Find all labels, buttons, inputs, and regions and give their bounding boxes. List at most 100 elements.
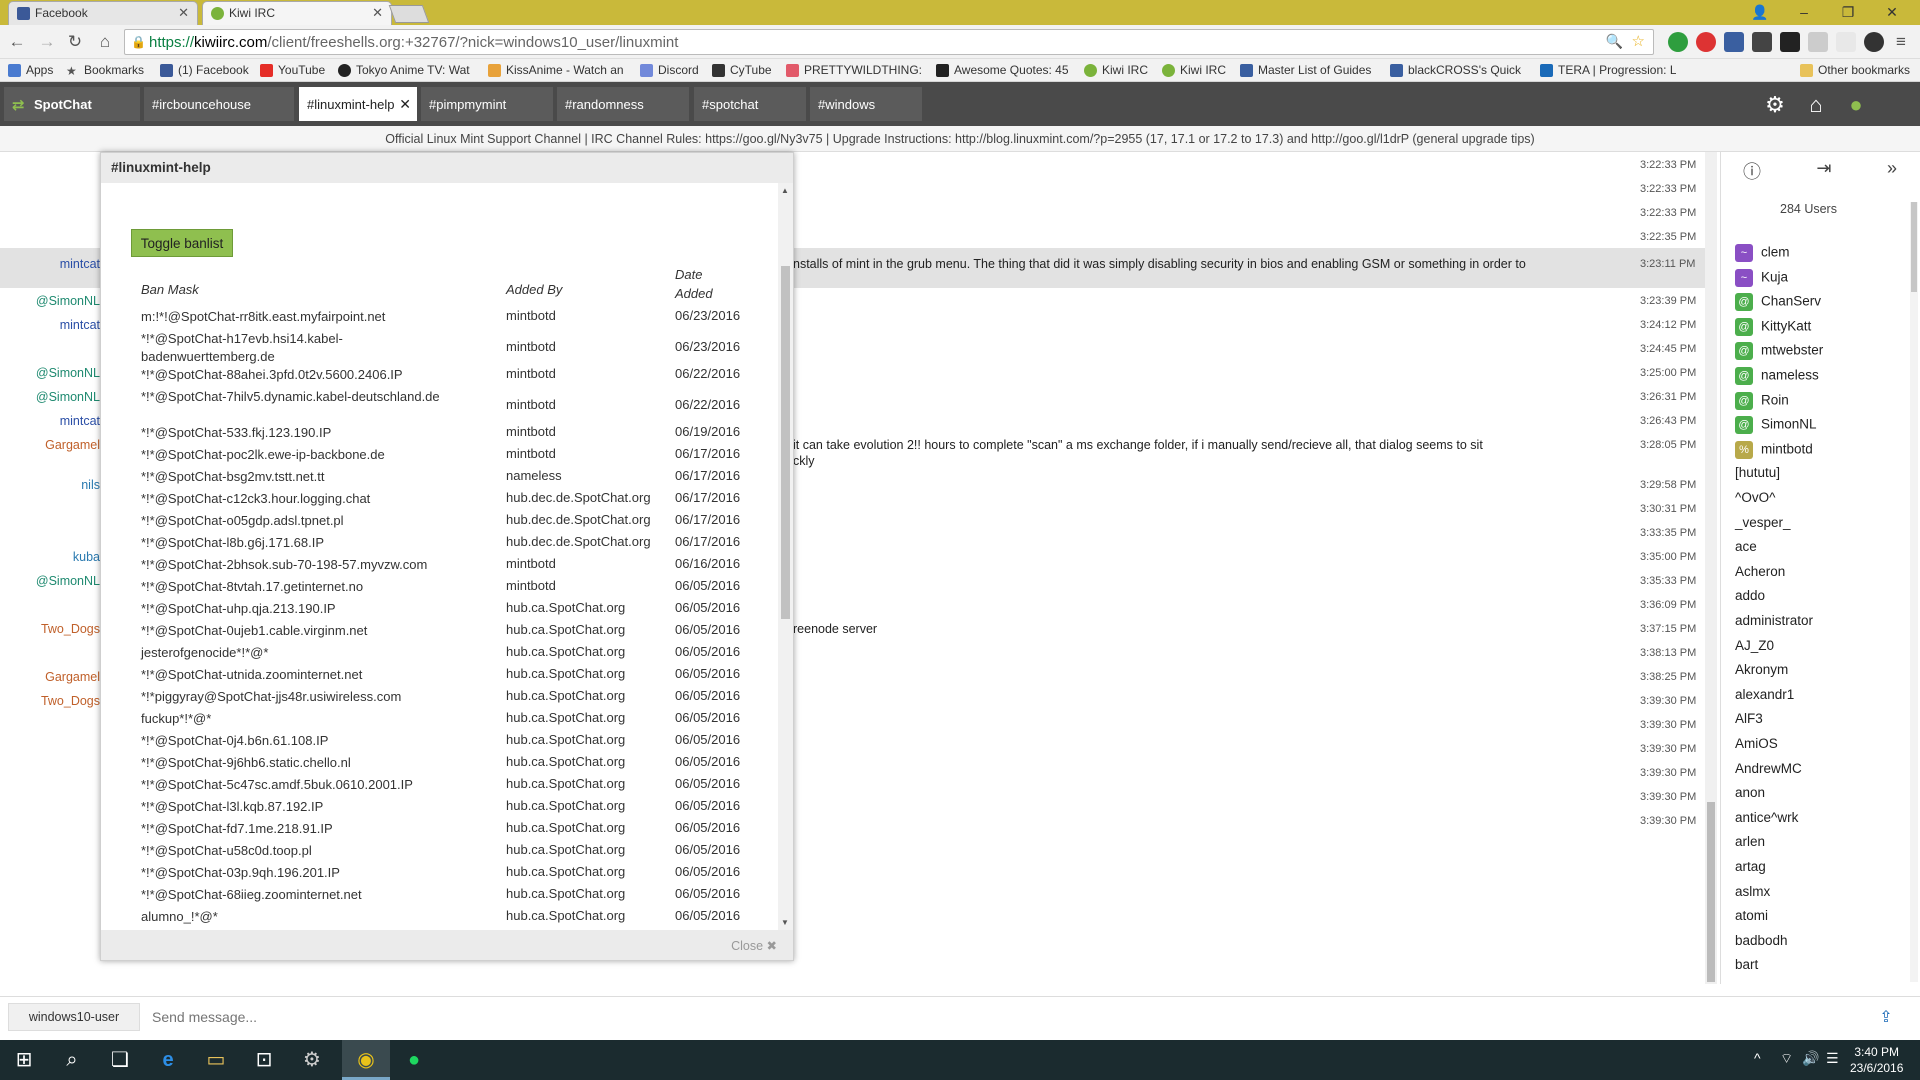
tab-spotchat[interactable]: #spotchat: [694, 87, 806, 121]
gear-icon[interactable]: ⚙: [1762, 92, 1788, 118]
info-icon[interactable]: ⓘ: [1739, 158, 1765, 182]
userlist-item[interactable]: % mintbotd: [1735, 440, 1813, 463]
scroll-down-icon[interactable]: ▼: [781, 918, 789, 927]
extension-grey-icon[interactable]: [1808, 32, 1828, 52]
kiwi-logo-icon[interactable]: ●: [1843, 92, 1869, 118]
bookmark-tera[interactable]: TERA | Progression: Le: [1540, 63, 1676, 77]
userlist-item[interactable]: [hututu]: [1735, 465, 1780, 487]
star-icon[interactable]: ☆: [1632, 32, 1645, 50]
userlist-item[interactable]: antice^wrk: [1735, 810, 1798, 832]
userlist-item[interactable]: anon: [1735, 785, 1765, 807]
bookmark-bookmarks[interactable]: ★ Bookmarks: [66, 63, 150, 77]
userlist-item[interactable]: administrator: [1735, 613, 1813, 635]
userlist-item[interactable]: ~ Kuja: [1735, 268, 1788, 291]
message-nick[interactable]: @SimonNL: [0, 574, 100, 588]
banlist-scrollbar[interactable]: ▲ ▼: [778, 183, 793, 930]
tab-pimpmymint[interactable]: #pimpmymint: [421, 87, 553, 121]
userlist-item[interactable]: @ KittyKatt: [1735, 317, 1811, 340]
userlist-item[interactable]: ace: [1735, 539, 1757, 561]
message-scrollbar[interactable]: [1705, 152, 1717, 984]
userlist-item[interactable]: @ mtwebster: [1735, 342, 1823, 364]
message-nick[interactable]: nils: [0, 478, 100, 492]
minimize-icon[interactable]: –: [1786, 1, 1822, 23]
userlist-item[interactable]: AlF3: [1735, 711, 1763, 733]
userlist-item[interactable]: artag: [1735, 859, 1766, 881]
message-nick[interactable]: @SimonNL: [0, 294, 100, 308]
profile-icon[interactable]: 👤: [1742, 1, 1778, 23]
tray-chevron-icon[interactable]: ^: [1754, 1050, 1761, 1066]
message-nick[interactable]: @SimonNL: [0, 366, 100, 380]
bookmark-youtube[interactable]: YouTube: [260, 63, 332, 77]
store-icon[interactable]: ⊡: [240, 1040, 288, 1080]
address-bar[interactable]: 🔒 https://kiwiirc.com/client/freeshells.…: [124, 29, 1654, 55]
userlist-item[interactable]: badbodh: [1735, 933, 1788, 955]
userlist-item[interactable]: arlen: [1735, 834, 1765, 856]
bookmark-kissanime[interactable]: KissAnime - Watch an: [488, 63, 626, 77]
incognito-icon[interactable]: [1864, 32, 1884, 52]
bookmark-awesome-quotes[interactable]: Awesome Quotes: 45: [936, 63, 1068, 77]
toggle-banlist-button[interactable]: Toggle banlist: [131, 229, 233, 257]
extension-dark-icon[interactable]: [1752, 32, 1772, 52]
message-nick[interactable]: @SimonNL: [0, 390, 100, 404]
notifications-icon[interactable]: ☰: [1826, 1050, 1839, 1067]
userlist-item[interactable]: addo: [1735, 588, 1765, 610]
userlist-item[interactable]: Acheron: [1735, 564, 1785, 586]
tab-randomness[interactable]: #randomness: [557, 87, 689, 121]
extension-red-badge-icon[interactable]: [1780, 32, 1800, 52]
tab-windows[interactable]: #windows: [810, 87, 922, 121]
userlist-item[interactable]: @ SimonNL: [1735, 416, 1817, 438]
bookmark-prettywildthing[interactable]: PRETTYWILDTHING: H: [786, 63, 924, 77]
userlist-item[interactable]: atomi: [1735, 908, 1768, 930]
adblock-icon[interactable]: [1696, 32, 1716, 52]
extension-green-icon[interactable]: [1668, 32, 1688, 52]
search-icon[interactable]: ⌕: [48, 1040, 96, 1080]
userlist-item[interactable]: bart: [1735, 957, 1758, 979]
userlist-item[interactable]: @ Roin: [1735, 391, 1789, 414]
window-close-icon[interactable]: ✕: [1874, 1, 1910, 23]
userlist-item[interactable]: Akronym: [1735, 662, 1788, 684]
bookmark-cytube[interactable]: CyTube: [712, 63, 774, 77]
new-tab-button[interactable]: [388, 5, 430, 23]
message-nick[interactable]: mintcat: [0, 414, 100, 428]
message-nick[interactable]: Gargamel: [0, 670, 100, 684]
bookmark-facebook[interactable]: (1) Facebook: [160, 63, 254, 77]
file-explorer-icon[interactable]: ▭: [192, 1040, 240, 1080]
tab-ircbouncehouse[interactable]: #ircbouncehouse: [144, 87, 294, 121]
message-nick[interactable]: mintcat: [0, 318, 100, 332]
bookmark-tokyo-anime[interactable]: Tokyo Anime TV: Wat: [338, 63, 476, 77]
close-icon[interactable]: ✕: [372, 5, 383, 21]
extension-list-icon[interactable]: [1836, 32, 1856, 52]
userlist-item[interactable]: @ nameless: [1735, 367, 1819, 389]
chrome-icon[interactable]: ◉: [342, 1040, 390, 1080]
collapse-panel-icon[interactable]: »: [1879, 158, 1905, 182]
home-icon[interactable]: ⌂: [1803, 92, 1829, 118]
browser-tab-kiwi[interactable]: Kiwi IRC ✕: [202, 1, 392, 25]
message-nick[interactable]: kuba: [0, 550, 100, 564]
close-button[interactable]: Close ✖: [731, 938, 777, 953]
home-icon[interactable]: ⌂: [94, 31, 116, 53]
bookmark-master-list[interactable]: Master List of Guides: [1240, 63, 1372, 77]
userlist-item[interactable]: AmiOS: [1735, 736, 1778, 758]
upload-icon[interactable]: ⇪: [1876, 1007, 1896, 1027]
extension-blue-icon[interactable]: [1724, 32, 1744, 52]
tab-linuxmint-help[interactable]: #linuxmint-help ✕: [299, 87, 417, 121]
start-icon[interactable]: ⊞: [0, 1040, 48, 1080]
bookmark-blackcross[interactable]: blackCROSS's Quick F: [1390, 63, 1524, 77]
message-nick[interactable]: Two_Dogs: [0, 622, 100, 636]
scrollbar-thumb[interactable]: [1707, 802, 1715, 982]
scrollbar-thumb[interactable]: [1911, 202, 1917, 292]
userlist-item[interactable]: _vesper_: [1735, 515, 1791, 537]
tab-network-spotchat[interactable]: ⇄ SpotChat: [4, 87, 140, 121]
userlist-item[interactable]: aslmx: [1735, 884, 1770, 906]
restore-icon[interactable]: ❐: [1830, 1, 1866, 23]
message-nick[interactable]: Two_Dogs: [0, 694, 100, 708]
userlist-item[interactable]: ^OvO^: [1735, 490, 1775, 512]
reload-icon[interactable]: ↻: [64, 31, 86, 53]
bookmark-discord[interactable]: Discord: [640, 63, 702, 77]
spotify-icon[interactable]: ●: [390, 1040, 438, 1080]
message-input[interactable]: [144, 1003, 1864, 1031]
task-view-icon[interactable]: ❏: [96, 1040, 144, 1080]
close-icon[interactable]: ✕: [399, 96, 411, 113]
userlist-item[interactable]: @ ChanServ: [1735, 293, 1821, 315]
volume-icon[interactable]: 🔊: [1802, 1050, 1819, 1067]
